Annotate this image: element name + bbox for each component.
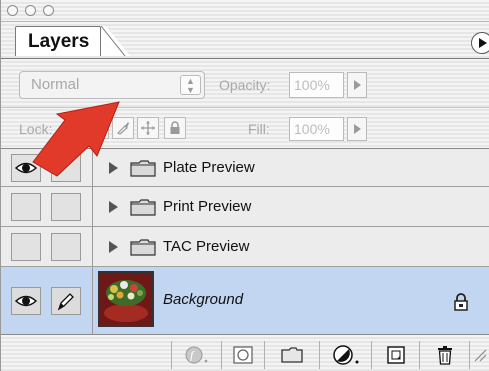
brush-icon xyxy=(57,293,74,311)
disclosure-triangle-icon[interactable] xyxy=(109,201,118,213)
layer-name: TAC Preview xyxy=(163,238,250,255)
column-divider xyxy=(92,187,93,227)
fill-label: Fill: xyxy=(248,121,270,137)
lock-icon xyxy=(170,121,180,134)
layer-mask-icon xyxy=(233,346,253,364)
minimize-window-button[interactable] xyxy=(25,5,36,16)
lock-icon xyxy=(454,293,468,311)
new-layer-icon xyxy=(386,346,405,364)
fill-slider-button[interactable] xyxy=(347,117,367,141)
folder-icon xyxy=(130,239,156,256)
blend-mode-value: Normal xyxy=(31,76,80,93)
link-toggle[interactable] xyxy=(51,193,81,221)
eye-icon xyxy=(15,295,37,307)
trash-icon xyxy=(437,346,452,365)
opacity-slider-button[interactable] xyxy=(347,72,367,98)
add-layer-style-button[interactable]: f xyxy=(171,341,221,369)
opacity-label: Opacity: xyxy=(219,77,271,93)
fill-field[interactable]: 100% xyxy=(289,117,344,141)
tab-layers[interactable]: Layers xyxy=(15,26,101,56)
layer-thumbnail xyxy=(98,271,154,327)
layer-row-tac-preview[interactable]: TAC Preview xyxy=(1,227,489,267)
callout-arrow xyxy=(32,101,120,177)
select-arrows-icon: ▲ ▼ xyxy=(180,75,201,95)
opacity-field[interactable]: 100% xyxy=(289,72,344,98)
title-bar xyxy=(1,0,489,22)
palette-resize-grip[interactable] xyxy=(469,341,489,369)
zoom-window-button[interactable] xyxy=(43,5,54,16)
new-adjustment-layer-button[interactable] xyxy=(319,341,371,369)
delete-layer-button[interactable] xyxy=(419,341,469,369)
layer-row-print-preview[interactable]: Print Preview xyxy=(1,187,489,227)
palette-toolbar: f xyxy=(1,334,489,371)
folder-icon xyxy=(130,199,156,216)
layer-row-background[interactable]: Background xyxy=(1,267,489,335)
lock-all-button[interactable] xyxy=(164,117,186,139)
palette-tab-row: Layers xyxy=(1,22,489,58)
adjustment-layer-icon xyxy=(332,345,358,365)
visibility-toggle[interactable] xyxy=(11,287,41,315)
visibility-toggle[interactable] xyxy=(11,193,41,221)
layer-name: Print Preview xyxy=(163,198,252,215)
new-layer-button[interactable] xyxy=(371,341,419,369)
column-divider xyxy=(92,267,93,335)
layer-name: Plate Preview xyxy=(163,159,255,176)
disclosure-triangle-icon[interactable] xyxy=(109,241,118,253)
layer-style-icon: f xyxy=(185,346,207,364)
layer-name: Background xyxy=(163,291,244,308)
move-icon xyxy=(141,121,155,135)
brush-toggle[interactable] xyxy=(51,287,81,315)
new-layer-set-button[interactable] xyxy=(264,341,319,369)
layers-palette-window: Layers Normal ▲ ▼ Opacity: 100% Lock: Fi… xyxy=(0,0,489,371)
blend-mode-select[interactable]: Normal ▲ ▼ xyxy=(19,71,205,99)
palette-menu-button[interactable] xyxy=(471,32,489,54)
add-layer-mask-button[interactable] xyxy=(221,341,264,369)
visibility-toggle[interactable] xyxy=(11,233,41,261)
new-folder-icon xyxy=(281,347,303,363)
link-toggle[interactable] xyxy=(51,233,81,261)
close-window-button[interactable] xyxy=(7,5,18,16)
tab-edge xyxy=(96,26,130,56)
resize-grip-icon xyxy=(474,349,487,362)
column-divider xyxy=(92,227,93,267)
